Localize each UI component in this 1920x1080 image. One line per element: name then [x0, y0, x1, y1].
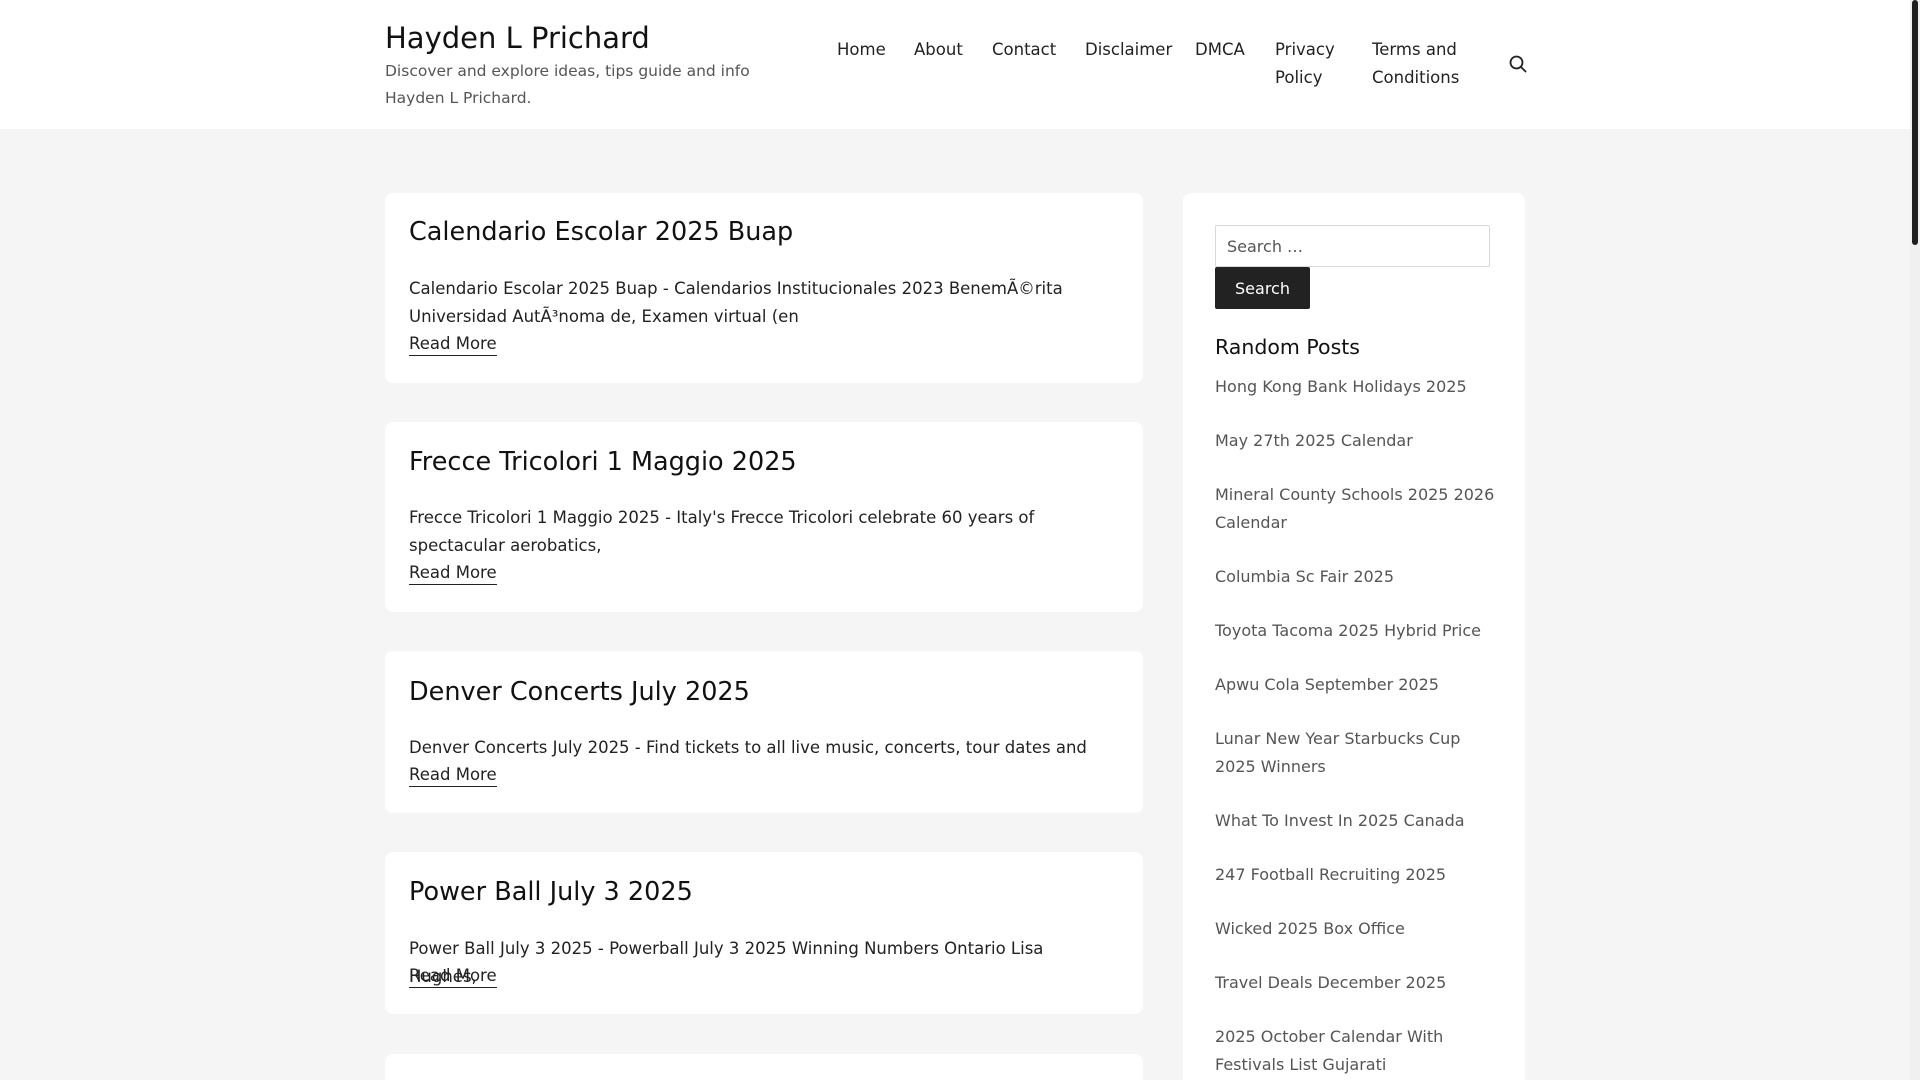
site-branding: Hayden L Prichard Discover and explore i…	[385, 18, 805, 112]
search-button[interactable]: Search	[1215, 267, 1310, 309]
post-title[interactable]: Denver Concerts July 2025	[409, 675, 750, 709]
post-excerpt: Calendario Escolar 2025 Buap - Calendari…	[409, 279, 1063, 326]
site-description: Discover and explore ideas, tips guide a…	[385, 62, 750, 107]
search-icon-glyph	[1509, 55, 1527, 73]
read-more-link[interactable]: Read More	[409, 333, 497, 356]
post-card	[385, 1054, 1143, 1080]
list-item: Toyota Tacoma 2025 Hybrid Price	[1215, 617, 1505, 645]
random-post-link[interactable]: Travel Deals December 2025	[1215, 973, 1446, 992]
sidebar: Search Random Posts Hong Kong Bank Holid…	[1183, 193, 1525, 1080]
list-item: 247 Football Recruiting 2025	[1215, 861, 1505, 889]
nav-item-contact[interactable]: Contact	[992, 36, 1056, 64]
list-item: Wicked 2025 Box Office	[1215, 915, 1505, 943]
nav-item-dmca[interactable]: DMCA	[1195, 36, 1245, 64]
read-more-link[interactable]: Read More	[409, 562, 497, 585]
nav-item-privacy-policy[interactable]: Privacy Policy	[1275, 36, 1350, 92]
nav-item-home[interactable]: Home	[837, 36, 886, 64]
list-item: Hong Kong Bank Holidays 2025	[1215, 373, 1505, 401]
random-post-link[interactable]: Wicked 2025 Box Office	[1215, 919, 1405, 938]
random-post-link[interactable]: 2025 October Calendar With Festivals Lis…	[1215, 1027, 1443, 1074]
post-title[interactable]: Power Ball July 3 2025	[409, 875, 693, 909]
post-card: Frecce Tricolori 1 Maggio 2025 Frecce Tr…	[385, 422, 1143, 612]
post-title[interactable]: Calendario Escolar 2025 Buap	[409, 215, 793, 249]
list-item: 2025 October Calendar With Festivals Lis…	[1215, 1023, 1505, 1079]
site-title[interactable]: Hayden L Prichard	[385, 18, 805, 58]
list-item: Columbia Sc Fair 2025	[1215, 563, 1505, 591]
random-post-link[interactable]: Columbia Sc Fair 2025	[1215, 567, 1394, 586]
list-item: Lunar New Year Starbucks Cup 2025 Winner…	[1215, 725, 1505, 781]
random-post-link[interactable]: Apwu Cola September 2025	[1215, 675, 1439, 694]
list-item: May 27th 2025 Calendar	[1215, 427, 1505, 455]
widget-title: Random Posts	[1215, 335, 1360, 359]
list-item: What To Invest In 2025 Canada	[1215, 807, 1505, 835]
site-header: Hayden L Prichard Discover and explore i…	[0, 0, 1910, 129]
post-card: Denver Concerts July 2025 Denver Concert…	[385, 651, 1143, 813]
random-post-link[interactable]: What To Invest In 2025 Canada	[1215, 811, 1465, 830]
random-post-link[interactable]: Lunar New Year Starbucks Cup 2025 Winner…	[1215, 729, 1460, 776]
random-post-link[interactable]: Mineral County Schools 2025 2026 Calenda…	[1215, 485, 1494, 532]
post-excerpt: Power Ball July 3 2025 - Powerball July …	[409, 939, 1044, 986]
list-item: Travel Deals December 2025	[1215, 969, 1505, 997]
list-item: Mineral County Schools 2025 2026 Calenda…	[1215, 481, 1505, 537]
post-card: Power Ball July 3 2025 Power Ball July 3…	[385, 852, 1143, 1014]
post-title[interactable]: Frecce Tricolori 1 Maggio 2025	[409, 445, 797, 479]
random-post-link[interactable]: 247 Football Recruiting 2025	[1215, 865, 1446, 884]
scrollbar-thumb[interactable]	[1912, 0, 1918, 245]
random-post-link[interactable]: May 27th 2025 Calendar	[1215, 431, 1413, 450]
post-excerpt: Denver Concerts July 2025 - Find tickets…	[409, 738, 1087, 757]
random-post-link[interactable]: Hong Kong Bank Holidays 2025	[1215, 377, 1467, 396]
nav-item-terms-and-conditions[interactable]: Terms and Conditions	[1372, 36, 1482, 92]
read-more-link[interactable]: Read More	[409, 764, 497, 787]
nav-item-disclaimer[interactable]: Disclaimer	[1085, 36, 1172, 64]
search-icon[interactable]	[1508, 54, 1528, 74]
read-more-link[interactable]: Read More	[409, 965, 497, 988]
page-scrollbar[interactable]	[1910, 0, 1920, 1080]
post-card: Calendario Escolar 2025 Buap Calendario …	[385, 193, 1143, 383]
search-input[interactable]	[1215, 225, 1490, 267]
random-post-link[interactable]: Toyota Tacoma 2025 Hybrid Price	[1215, 621, 1481, 640]
nav-item-about[interactable]: About	[914, 36, 963, 64]
list-item: Apwu Cola September 2025	[1215, 671, 1505, 699]
post-excerpt: Frecce Tricolori 1 Maggio 2025 - Italy's…	[409, 508, 1035, 555]
